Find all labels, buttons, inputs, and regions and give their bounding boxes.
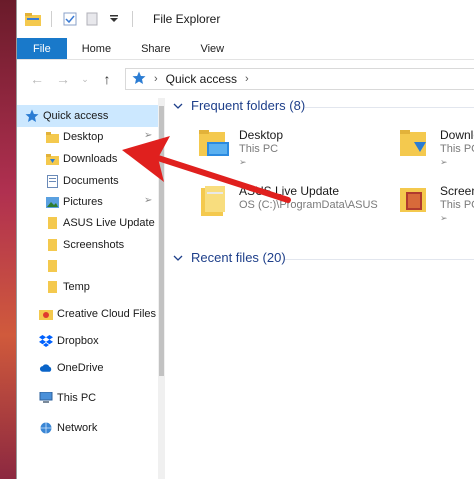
tab-file[interactable]: File — [17, 38, 67, 59]
tab-home[interactable]: Home — [67, 38, 126, 59]
folder-icon — [199, 184, 231, 221]
computer-icon — [39, 391, 53, 405]
window-title: File Explorer — [153, 12, 221, 26]
sidebar-item-network[interactable]: Network — [17, 417, 97, 439]
pin-icon: ➢ — [440, 157, 448, 167]
folder-icon — [45, 259, 59, 273]
frequent-folder-screenshots[interactable]: Screens This PC ➢ — [400, 184, 474, 224]
folder-icon — [45, 130, 59, 144]
recent-files-header[interactable]: Recent files (20) — [173, 250, 286, 265]
tile-name: ASUS Live Update — [239, 184, 340, 198]
recent-locations-chevron-icon[interactable]: ⌄ — [81, 71, 89, 87]
back-arrow-icon[interactable]: ← — [29, 71, 45, 87]
address-bar[interactable]: › Quick access › — [125, 68, 474, 90]
content-pane: Frequent folders (8) Desktop This PC ➢ D… — [165, 98, 474, 479]
sidebar-item-dropbox[interactable]: Dropbox — [17, 330, 99, 352]
sidebar-item-onedrive[interactable]: OneDrive — [17, 357, 103, 379]
frequent-folder-asus-live-update[interactable]: ASUS Live Update OS (C:)\ProgramData\ASU… — [199, 184, 378, 221]
customize-dropdown-icon[interactable] — [106, 11, 122, 27]
tab-share[interactable]: Share — [126, 38, 185, 59]
tile-location: This PC — [440, 143, 474, 155]
documents-icon — [45, 174, 59, 188]
file-explorer-window: File Explorer File Home Share View ← → ⌄… — [16, 0, 474, 479]
quick-access-star-icon — [132, 71, 146, 88]
scrollbar-thumb[interactable] — [159, 106, 164, 376]
section-divider — [285, 259, 474, 260]
tab-view[interactable]: View — [185, 38, 239, 59]
sidebar-item-documents[interactable]: Documents — [17, 170, 119, 192]
tile-name: Downlo — [440, 128, 474, 142]
pictures-icon — [45, 195, 59, 209]
creative-cloud-icon — [39, 307, 53, 321]
sidebar-item-temp[interactable]: Temp — [17, 276, 90, 298]
collapse-chevron-icon[interactable] — [173, 98, 183, 113]
folder-icon — [45, 238, 59, 252]
pin-icon: ➢ — [144, 130, 153, 141]
sidebar-item-desktop[interactable]: Desktop — [17, 126, 103, 148]
tile-location: This PC — [440, 199, 474, 211]
new-folder-icon[interactable] — [84, 11, 100, 27]
ribbon-tabs: File Home Share View — [17, 38, 474, 60]
desktop-background — [0, 0, 16, 479]
up-arrow-icon[interactable]: ↑ — [99, 71, 115, 87]
tile-name: Desktop — [239, 128, 284, 142]
desktop-folder-icon — [199, 128, 231, 163]
pin-icon: ➢ — [440, 213, 448, 223]
toolbar-separator — [51, 11, 52, 27]
cloud-icon — [39, 361, 53, 375]
download-folder-icon — [45, 152, 59, 166]
toolbar-separator — [132, 11, 133, 27]
tile-location: This PC — [239, 143, 279, 155]
explorer-content: Quick access Desktop ➢ Downloads Documen… — [17, 98, 474, 479]
dropbox-icon — [39, 334, 53, 348]
frequent-folder-downloads[interactable]: Downlo This PC ➢ — [400, 128, 474, 168]
sidebar-item-screenshots[interactable]: Screenshots — [17, 234, 124, 256]
properties-icon[interactable] — [62, 11, 78, 27]
sidebar-item-pictures[interactable]: Pictures — [17, 191, 103, 213]
sidebar-item-asus-live-update[interactable]: ASUS Live Update — [17, 212, 155, 234]
sidebar-item-unnamed-folder[interactable] — [17, 255, 63, 277]
breadcrumb-quick-access[interactable]: Quick access — [166, 72, 237, 86]
screenshots-folder-icon — [400, 184, 432, 219]
download-folder-icon — [400, 128, 432, 163]
frequent-folder-desktop[interactable]: Desktop This PC ➢ — [199, 128, 283, 168]
folder-app-icon — [25, 11, 41, 27]
sidebar-item-this-pc[interactable]: This PC — [17, 387, 96, 409]
title-bar: File Explorer — [17, 0, 474, 38]
tile-name: Screens — [440, 184, 474, 198]
section-divider — [305, 107, 474, 108]
breadcrumb-chevron-icon[interactable]: › — [245, 73, 249, 85]
pin-icon: ➢ — [144, 195, 153, 206]
navigation-scrollbar[interactable] — [158, 98, 165, 479]
forward-arrow-icon[interactable]: → — [55, 71, 71, 87]
folder-icon — [45, 216, 59, 230]
folder-icon — [45, 280, 59, 294]
sidebar-item-quick-access[interactable]: Quick access — [17, 105, 158, 127]
collapse-chevron-icon[interactable] — [173, 250, 183, 265]
tile-location: OS (C:)\ProgramData\ASUS — [239, 199, 378, 211]
network-icon — [39, 421, 53, 435]
sidebar-item-downloads[interactable]: Downloads — [17, 148, 117, 170]
breadcrumb-chevron-icon[interactable]: › — [154, 73, 158, 85]
sidebar-item-creative-cloud-files[interactable]: Creative Cloud Files — [17, 303, 156, 325]
navigation-pane: Quick access Desktop ➢ Downloads Documen… — [17, 98, 158, 479]
address-row: ← → ⌄ ↑ › Quick access › — [17, 60, 474, 98]
star-icon — [25, 109, 39, 123]
frequent-folders-header[interactable]: Frequent folders (8) — [173, 98, 305, 113]
pin-icon: ➢ — [239, 157, 247, 167]
